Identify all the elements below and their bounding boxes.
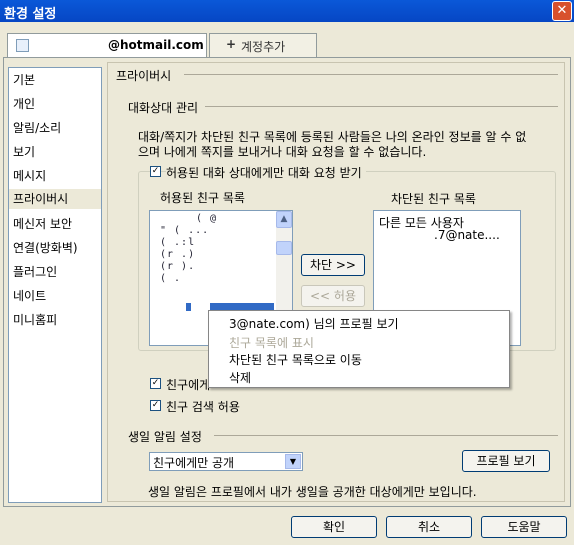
- context-menu: 3@nate.com) 님의 프로필 보기 친구 목록에 표시 차단된 친구 목…: [208, 310, 510, 388]
- menu-item-move-to-blocked[interactable]: 차단된 친구 목록으로 이동: [229, 351, 362, 368]
- divider: [205, 106, 558, 107]
- birthday-select-value: 친구에게만 공개: [153, 456, 235, 470]
- privacy-content: 프라이버시 대화상대 관리 대화/쪽지가 차단된 친구 목록에 등록된 사람들은…: [107, 62, 565, 502]
- account-status-icon: [16, 39, 29, 52]
- list-item[interactable]: (r .): [160, 249, 195, 260]
- category-sidebar: 기본 개인 알림/소리 보기 메시지 프라이버시 메신저 보안 연결(방화벽) …: [8, 67, 102, 503]
- sidebar-item-message[interactable]: 메시지: [13, 167, 46, 184]
- window-title: 환경 설정: [4, 7, 57, 22]
- scroll-thumb[interactable]: [276, 241, 292, 255]
- allow-button[interactable]: << 허용: [301, 285, 365, 307]
- list-item[interactable]: ( @: [196, 213, 217, 224]
- add-account-label: 계정추가: [241, 40, 286, 54]
- friend-visibility-checkbox[interactable]: ✓: [150, 378, 161, 389]
- account-email: @hotmail.com: [108, 38, 204, 52]
- help-button[interactable]: 도움말: [481, 516, 567, 538]
- close-icon[interactable]: ✕: [552, 1, 572, 21]
- section-title: 프라이버시: [116, 69, 172, 83]
- sidebar-item-plugins[interactable]: 플러그인: [13, 263, 57, 280]
- block-button[interactable]: 차단 >>: [301, 254, 365, 276]
- scroll-up-icon[interactable]: ▲: [276, 211, 292, 228]
- list-item[interactable]: " ( ...: [160, 225, 209, 236]
- blocked-list-title: 차단된 친구 목록: [391, 192, 476, 206]
- plus-icon: +: [226, 37, 237, 51]
- list-item[interactable]: (r ).: [160, 261, 195, 272]
- sidebar-item-security[interactable]: 메신저 보안: [13, 215, 72, 232]
- sidebar-item-minihompy[interactable]: 미니홈피: [13, 311, 57, 328]
- selection-mark: [186, 303, 191, 311]
- friend-search-checkbox[interactable]: ✓: [150, 400, 161, 411]
- friend-visibility-label: 친구에게: [166, 378, 211, 392]
- menu-item-delete[interactable]: 삭제: [229, 369, 251, 386]
- menu-item-view-profile[interactable]: 3@nate.com) 님의 프로필 보기: [229, 315, 399, 332]
- allow-only-label: 허용된 대화 상대에게만 대화 요청 받기: [166, 164, 366, 181]
- title-bar: 환경 설정 ✕: [0, 0, 574, 22]
- birthday-heading: 생일 알림 설정: [128, 430, 202, 444]
- menu-item-show-in-list[interactable]: 친구 목록에 표시: [229, 334, 314, 351]
- privacy-description-2: 으며 나에게 쪽지를 보내거나 대화 요청을 할 수 없습니다.: [138, 145, 427, 159]
- birthday-visibility-select[interactable]: 친구에게만 공개 ▼: [149, 452, 303, 471]
- allowed-list-title: 허용된 친구 목록: [160, 191, 245, 205]
- cancel-button[interactable]: 취소: [386, 516, 472, 538]
- add-account-tab[interactable]: + 계정추가: [209, 33, 317, 57]
- account-tab[interactable]: @hotmail.com: [7, 33, 207, 57]
- sidebar-item-nate[interactable]: 네이트: [13, 287, 46, 304]
- divider: [214, 435, 558, 436]
- chevron-down-icon[interactable]: ▼: [285, 454, 301, 469]
- blocked-item-nate[interactable]: .7@nate....: [434, 228, 500, 242]
- sidebar-item-view[interactable]: 보기: [13, 143, 35, 160]
- allow-only-checkbox[interactable]: ✓: [150, 166, 161, 177]
- sidebar-item-personal[interactable]: 개인: [13, 95, 35, 112]
- sidebar-item-firewall[interactable]: 연결(방화벽): [13, 239, 78, 256]
- contacts-heading: 대화상대 관리: [128, 101, 199, 115]
- birthday-note: 생일 알림은 프로필에서 내가 생일을 공개한 대상에게만 보입니다.: [148, 485, 477, 499]
- ok-button[interactable]: 확인: [291, 516, 377, 538]
- list-item[interactable]: ( .: [160, 273, 181, 284]
- profile-view-button[interactable]: 프로필 보기: [462, 450, 550, 472]
- list-item[interactable]: ( .:l: [160, 237, 195, 248]
- sidebar-item-alerts[interactable]: 알림/소리: [13, 119, 61, 136]
- sidebar-item-basic[interactable]: 기본: [13, 71, 35, 88]
- friend-search-label: 친구 검색 허용: [166, 400, 240, 414]
- divider: [184, 74, 558, 75]
- sidebar-item-privacy[interactable]: 프라이버시: [9, 189, 101, 209]
